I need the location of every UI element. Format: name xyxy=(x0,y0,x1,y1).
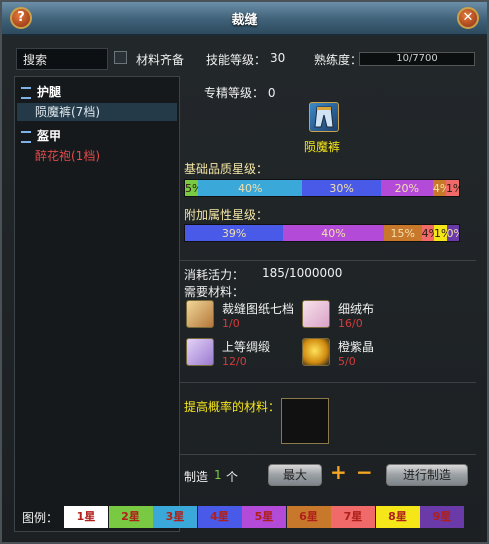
legend-item: 3星 xyxy=(153,506,197,528)
pants-icon[interactable] xyxy=(309,102,339,132)
materials-ready-checkbox[interactable] xyxy=(114,51,127,64)
quality-segment: 39% xyxy=(185,225,284,241)
quality-segment: 1% xyxy=(445,180,459,196)
proficiency-bar: 10/7700 xyxy=(359,52,475,66)
title-bar[interactable]: ? 裁缝 ✕ xyxy=(2,2,487,36)
material-slot-3[interactable]: 上等绸缎 12/0 xyxy=(186,338,306,372)
extra-quality-bar: 39%40%15%4%1%0% xyxy=(184,224,460,242)
legend-label: 图例： xyxy=(22,511,59,525)
legend-item: 7星 xyxy=(331,506,375,528)
material-slot-4[interactable]: 橙紫晶 5/0 xyxy=(302,338,422,372)
quality-segment: 0% xyxy=(446,225,459,241)
base-quality-bar: 5%40%30%20%4%1% xyxy=(184,179,460,197)
legend-item: 1星 xyxy=(64,506,108,528)
divider xyxy=(180,260,476,261)
make-count[interactable]: 1 xyxy=(214,468,222,482)
item-name: 陨魔裤 xyxy=(304,140,341,154)
increase-button[interactable]: + xyxy=(330,460,347,484)
quality-segment: 15% xyxy=(383,225,422,241)
legend-item: 9星 xyxy=(420,506,464,528)
skill-level-label: 技能等级： xyxy=(206,53,267,67)
category-leggings[interactable]: 护腿 xyxy=(21,83,61,100)
cloth-roll-icon xyxy=(302,300,330,328)
decrease-button[interactable]: − xyxy=(356,460,373,484)
material-slot-1[interactable]: 裁缝图纸七档 1/0 xyxy=(186,300,306,334)
energy-value: 185/1000000 xyxy=(262,266,343,280)
improve-material-slot[interactable] xyxy=(281,398,329,444)
extra-quality-label: 附加属性星级： xyxy=(184,208,269,222)
star-legend: 图例： 1星 2星 3星 4星 5星 6星 7星 8星 9星 xyxy=(2,506,487,530)
make-label: 制造 xyxy=(184,470,209,484)
top-toolbar: 搜索 材料齐备 技能等级： 30 熟练度： 10/7700 xyxy=(2,42,487,70)
divider xyxy=(180,454,476,455)
silk-icon xyxy=(186,338,214,366)
window-title: 裁缝 xyxy=(231,13,258,28)
skill-level-value: 30 xyxy=(270,51,286,65)
quality-segment: 4% xyxy=(421,225,435,241)
recipe-list: 护腿 陨魔裤(7档) 盔甲 醉花袍(1档) xyxy=(14,76,180,532)
material-slot-2[interactable]: 细绒布 16/0 xyxy=(302,300,422,334)
quality-segment: 4% xyxy=(432,180,446,196)
crystal-icon xyxy=(302,338,330,366)
specialization-level: 专精等级： 0 xyxy=(204,86,276,100)
craft-button[interactable]: 进行制造 xyxy=(386,464,468,486)
divider xyxy=(180,382,476,383)
recipe-item-yunmo-pants[interactable]: 陨魔裤(7档) xyxy=(17,103,177,121)
quality-segment: 1% xyxy=(434,225,447,241)
materials-ready-label: 材料齐备 xyxy=(136,53,185,67)
quality-segment: 5% xyxy=(185,180,199,196)
recipe-item-zuihua-robe[interactable]: 醉花袍(1档) xyxy=(17,147,177,165)
blueprint-icon xyxy=(186,300,214,328)
legend-item: 6星 xyxy=(286,506,331,528)
energy-label: 消耗活力： xyxy=(184,268,245,282)
quality-segment: 40% xyxy=(283,225,384,241)
legend-item: 2星 xyxy=(108,506,153,528)
quality-segment: 30% xyxy=(302,180,381,196)
quality-segment: 40% xyxy=(198,180,303,196)
category-icon xyxy=(21,130,31,143)
category-icon xyxy=(21,86,31,99)
recipe-detail: 专精等级： 0 陨魔裤 基础品质星级： 5%40%30%20%4%1% 附加属性… xyxy=(180,76,476,532)
search-input[interactable]: 搜索 xyxy=(16,48,108,70)
make-unit: 个 xyxy=(226,470,239,484)
legend-item: 5星 xyxy=(242,506,286,528)
legend-item: 8星 xyxy=(375,506,420,528)
quality-segment: 20% xyxy=(380,180,433,196)
close-icon[interactable]: ✕ xyxy=(457,7,479,29)
max-button[interactable]: 最大 xyxy=(268,464,322,486)
proficiency-label: 熟练度： xyxy=(314,53,363,67)
category-armor[interactable]: 盔甲 xyxy=(21,127,61,144)
crafting-window: ? 裁缝 ✕ 搜索 材料齐备 技能等级： 30 熟练度： 10/7700 护腿 … xyxy=(0,0,489,544)
improve-materials-label: 提高概率的材料： xyxy=(184,400,281,414)
legend-item: 4星 xyxy=(197,506,242,528)
base-quality-label: 基础品质星级： xyxy=(184,162,269,176)
materials-label: 需要材料： xyxy=(184,285,245,299)
